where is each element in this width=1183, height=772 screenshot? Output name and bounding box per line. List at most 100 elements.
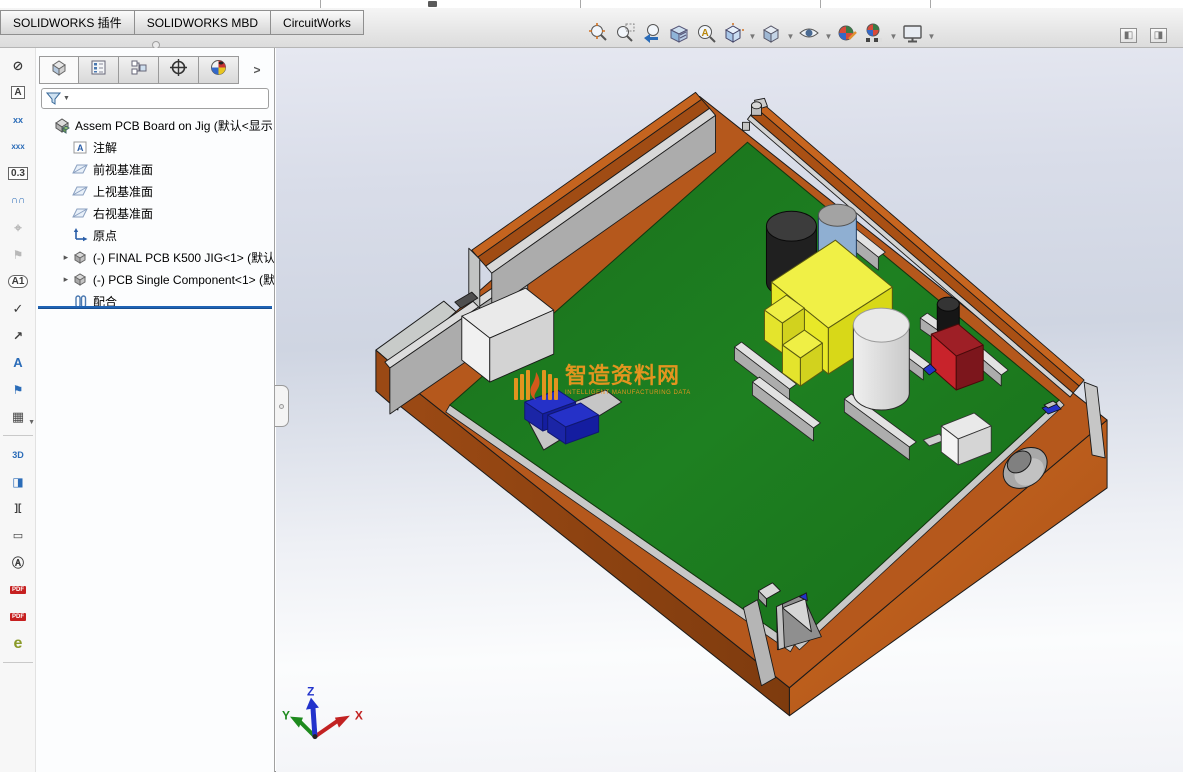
tab-circuitworks[interactable]: CircuitWorks — [271, 10, 364, 35]
general-table-dropdown[interactable]: ▼ — [28, 419, 35, 426]
expand-arrow-icon[interactable]: ▸ — [60, 274, 72, 285]
rail-separator — [3, 662, 33, 663]
view-orientation-dropdown[interactable]: ▼ — [747, 32, 758, 41]
mbd-tool-rail-items: ⊘ Axx xxx 0.3 ∩∩ ⌖ ⚑ A1 ✓ ↗ A ⚑ ▦ ▼ 3D ◨][▭ Ⓐ PDF PDF e — [0, 52, 36, 668]
component-white-capacitor[interactable] — [852, 307, 910, 411]
display-style-dropdown[interactable]: ▼ — [785, 32, 796, 41]
svg-text:A: A — [77, 143, 84, 153]
location-note-icon: A — [11, 86, 25, 99]
magnified-view-icon: Ⓐ — [11, 556, 24, 570]
tree-item-label: Assem PCB Board on Jig (默认<显示 — [75, 118, 273, 133]
edrawings-button[interactable]: e — [3, 630, 33, 657]
tree-item[interactable]: 右视基准面 — [36, 202, 274, 224]
edit-appearance-button[interactable] — [834, 23, 861, 50]
triad-z-label: Z — [307, 685, 314, 699]
plane-icon — [72, 205, 89, 222]
menu-fragment — [930, 0, 931, 8]
panel-tab-displaymanager[interactable] — [199, 56, 239, 84]
general-table-button[interactable]: ▦ ▼ — [3, 403, 35, 430]
featuremanager-design-tree-icon — [50, 58, 69, 82]
menu-fragment — [580, 0, 581, 8]
filter-caret-icon[interactable]: ▼ — [63, 95, 70, 102]
show-tolerance-status-button[interactable]: ⚑ — [3, 241, 33, 268]
zoom-to-area-icon — [614, 22, 637, 50]
filter-funnel-icon[interactable] — [46, 91, 61, 106]
tree-item[interactable]: 上视基准面 — [36, 180, 274, 202]
tabbar-overflow-button[interactable]: > — [244, 56, 270, 84]
geometric-tolerance-button[interactable]: ∩∩ — [3, 187, 33, 214]
featuremanager-tabbar — [39, 56, 239, 84]
display-style-button[interactable] — [758, 23, 785, 50]
tree-item-label: 原点 — [93, 228, 118, 243]
surface-finish-button[interactable]: ✓ — [3, 295, 33, 322]
view-orientation-icon — [722, 22, 745, 50]
rollback-bar[interactable] — [38, 306, 272, 309]
tab-solidworks-mbd[interactable]: SOLIDWORKS MBD — [134, 10, 272, 35]
hide-show-items-icon — [798, 22, 821, 50]
apply-scene-button[interactable] — [861, 23, 888, 50]
location-note-button[interactable]: A — [3, 79, 33, 106]
edrawings-icon: e — [13, 634, 23, 652]
panel-tab-dimxpertmanager[interactable] — [159, 56, 199, 84]
view-settings-button[interactable] — [899, 23, 926, 50]
collapse-pane-left-button[interactable]: ◧ — [1120, 28, 1137, 43]
zoom-to-area-button[interactable] — [612, 23, 639, 50]
3d-model-canvas[interactable]: X Y Z — [276, 48, 1183, 772]
panel-tab-featuremanager-design-tree[interactable] — [39, 56, 79, 84]
apply-scene-dropdown[interactable]: ▼ — [888, 32, 899, 41]
displaymanager-icon — [209, 58, 228, 82]
expand-arrow-icon[interactable]: ▸ — [60, 252, 72, 263]
weld-symbol-button[interactable]: ↗ — [3, 322, 33, 349]
tree-item[interactable]: ▸ (-) PCB Single Component<1> (默 — [36, 268, 274, 290]
toolbar-band: SOLIDWORKS 插件 SOLIDWORKS MBD CircuitWork… — [0, 8, 1183, 50]
note-button[interactable]: A — [3, 349, 33, 376]
dynamic-annotation-views-button[interactable]: A — [693, 23, 720, 50]
datum-feature-button[interactable]: A1 — [3, 268, 33, 295]
mbd-tool-rail: ⊘ Axx xxx 0.3 ∩∩ ⌖ ⚑ A1 ✓ ↗ A ⚑ ▦ ▼ 3D ◨][▭ Ⓐ PDF PDF e — [0, 48, 36, 772]
triad-x-label: X — [355, 709, 363, 723]
tree-item-label: 注解 — [93, 140, 118, 155]
section-view-button[interactable] — [666, 23, 693, 50]
plane-icon — [72, 183, 89, 200]
datum-target-button[interactable]: ⌖ — [3, 214, 33, 241]
tree-filter-input[interactable] — [69, 92, 264, 105]
previous-view-button[interactable] — [639, 23, 666, 50]
tolerance-status-button[interactable]: 0.3 — [3, 160, 33, 187]
view-orientation-button[interactable] — [720, 23, 747, 50]
hide-show-items-button[interactable] — [796, 23, 823, 50]
panel-tab-propertymanager[interactable] — [79, 56, 119, 84]
collapse-pane-right-button[interactable]: ◨ — [1150, 28, 1167, 43]
capture-3d-view-icon: 3D — [12, 449, 24, 460]
view-settings-dropdown[interactable]: ▼ — [926, 32, 937, 41]
panel-tab-configurationmanager[interactable] — [119, 56, 159, 84]
mouse-gestures-button[interactable]: ▭ — [3, 522, 33, 549]
break-view-button[interactable]: ][ — [3, 495, 33, 522]
tree-item-label: 右视基准面 — [93, 206, 154, 221]
svg-text:A: A — [702, 28, 709, 39]
graphics-viewport[interactable]: X Y Z 智造资料网 INTELLIGENT MANUFACTURING DA… — [275, 48, 1183, 772]
tree-item[interactable]: ▸ (-) FINAL PCB K500 JIG<1> (默认 — [36, 246, 274, 268]
basic-size-dimension-icon: xxx — [11, 142, 25, 151]
edit-3d-pdf-button[interactable]: PDF — [3, 576, 33, 603]
tree-item-label: 上视基准面 — [93, 184, 154, 199]
basic-size-dimension-button[interactable]: xxx — [3, 133, 33, 160]
tree-item[interactable]: A 注解 — [36, 136, 274, 158]
publish-3d-pdf-button[interactable]: PDF — [3, 603, 33, 630]
magnified-view-button[interactable]: Ⓐ — [3, 549, 33, 576]
tree-item[interactable]: Assem PCB Board on Jig (默认<显示 — [36, 114, 274, 136]
tree-item[interactable]: 原点 — [36, 224, 274, 246]
annotations-icon: A — [72, 139, 89, 156]
hide-show-items-dropdown[interactable]: ▼ — [823, 32, 834, 41]
tree-item[interactable]: 前视基准面 — [36, 158, 274, 180]
auto-dimension-scheme-button[interactable]: ⊘ — [3, 52, 33, 79]
menu-strip — [0, 0, 1183, 8]
panel-splitter-handle[interactable] — [275, 385, 289, 427]
tree-item-label: 前视基准面 — [93, 162, 154, 177]
feature-tree: Assem PCB Board on Jig (默认<显示 A 注解前视基准面上视基… — [36, 114, 274, 312]
zoom-to-fit-button[interactable] — [585, 23, 612, 50]
section-view-tool-button[interactable]: ◨ — [3, 468, 33, 495]
size-dimension-button[interactable]: xx — [3, 106, 33, 133]
balloon-button[interactable]: ⚑ — [3, 376, 33, 403]
capture-3d-view-button[interactable]: 3D — [3, 441, 33, 468]
tab-solidworks-addins[interactable]: SOLIDWORKS 插件 — [0, 10, 135, 35]
